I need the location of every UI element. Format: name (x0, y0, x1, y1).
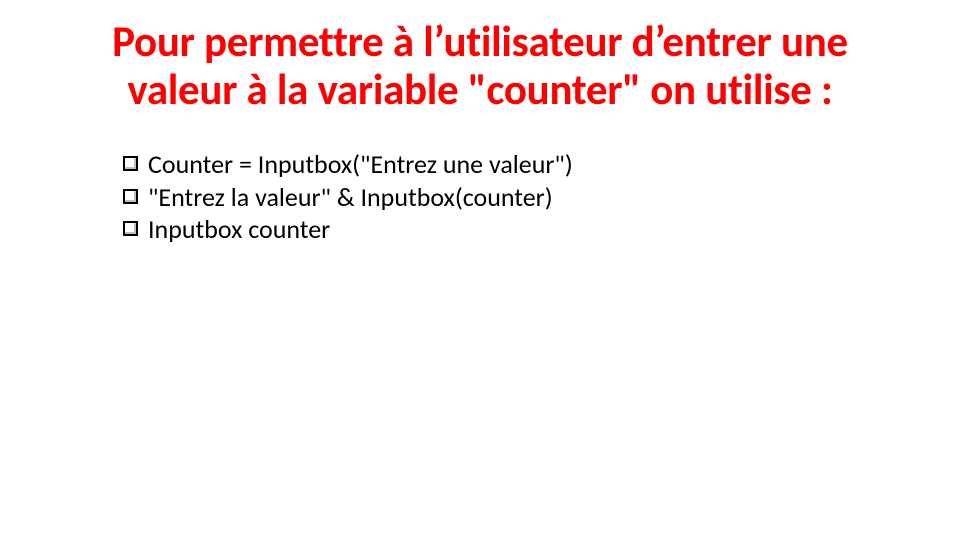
options-list: Counter = Inputbox("Entrez une valeur") … (123, 148, 880, 246)
checkbox-bullet-icon (123, 221, 138, 236)
slide: Pour permettre à l’utilisateur d’entrer … (0, 0, 960, 540)
checkbox-bullet-icon (123, 189, 138, 204)
option-text: Inputbox counter (148, 213, 880, 246)
checkbox-bullet-icon (123, 156, 138, 171)
option-text: "Entrez la valeur" & Inputbox(counter) (148, 181, 880, 214)
option-text: Counter = Inputbox("Entrez une valeur") (148, 148, 880, 181)
list-item: Counter = Inputbox("Entrez une valeur") (123, 148, 880, 181)
list-item: "Entrez la valeur" & Inputbox(counter) (123, 181, 880, 214)
slide-title: Pour permettre à l’utilisateur d’entrer … (0, 18, 960, 114)
list-item: Inputbox counter (123, 213, 880, 246)
